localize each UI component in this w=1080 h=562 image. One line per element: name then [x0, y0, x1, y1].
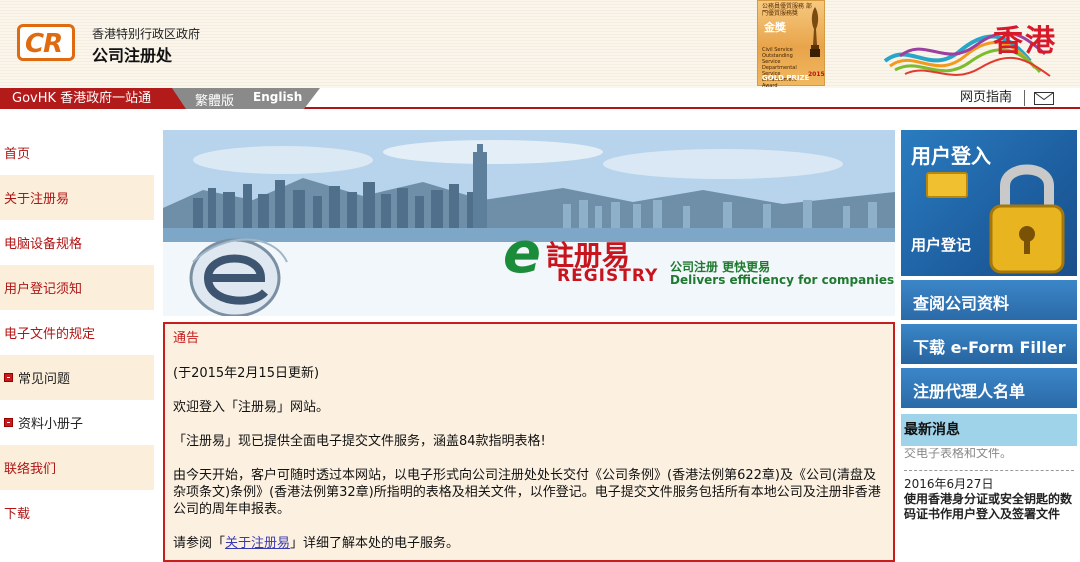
brand-hong-kong-logo[interactable]: 香港 — [880, 6, 1075, 86]
sidebar-item-label: 联络我们 — [4, 462, 57, 477]
top-nav-bar: GovHK 香港政府一站通 繁體版 English 网页指南 — [0, 88, 1080, 109]
award-line1: 公務員優質服務 部門優質服務獎 — [762, 3, 812, 17]
site-guide-link[interactable]: 网页指南 — [960, 88, 1012, 107]
sidebar-item-label: 资料小册子 — [18, 417, 84, 432]
eform-label: 下载 e-Form Filler — [913, 338, 1066, 357]
agents-label: 注册代理人名单 — [913, 382, 1026, 401]
registry-e-logo: e — [503, 221, 541, 286]
news-item-text[interactable]: 使用香港身分证或安全钥匙的数码证书作用户登入及签署文件 — [904, 492, 1074, 522]
sidebar-item-label: 电子文件的规定 — [4, 327, 96, 342]
gold-prize-award-badge[interactable]: 公務員優質服務 部門優質服務獎 金獎 Civil Service Outstan… — [757, 0, 825, 89]
cr-logo[interactable]: CR — [17, 24, 75, 61]
notice-refer-prefix: 请参阅「 — [173, 536, 226, 551]
award-prize: GOLD PRIZE — [762, 74, 810, 82]
award-en: Civil Service Outstanding Service Depart… — [762, 47, 797, 89]
left-sidebar: 首页 关于注册易 电脑设备规格 用户登记须知 电子文件的规定 常见问题 资料小册… — [0, 130, 154, 535]
user-login-panel[interactable]: 用户登入 用户登记 — [901, 130, 1077, 276]
latest-news-list: 交电子表格和文件。 2016年6月27日 使用香港身分证或安全钥匙的数码证书作用… — [901, 446, 1077, 522]
gov-name: 香港特别行政区政府 — [92, 27, 201, 41]
govhk-tab-edge — [172, 88, 186, 109]
lang-english-link[interactable]: English — [253, 90, 302, 104]
about-registry-link[interactable]: 关于注册易 — [225, 536, 290, 551]
company-search-button[interactable]: 查阅公司资料 — [901, 280, 1077, 320]
e-globe-icon — [189, 238, 288, 316]
trophy-icon — [810, 7, 820, 57]
sidebar-item-download[interactable]: 下载 — [0, 490, 154, 535]
award-year: 2015 — [808, 71, 825, 78]
padlock-icon — [989, 164, 1065, 274]
sidebar-item-about[interactable]: 关于注册易 — [0, 175, 154, 220]
notice-refer: 请参阅「关于注册易」详细了解本处的电子服务。 — [173, 535, 885, 552]
notice-welcome: 欢迎登入「注册易」网站。 — [173, 400, 330, 415]
sidebar-item-label: 关于注册易 — [4, 192, 70, 207]
award-gold-cn: 金獎 — [764, 21, 786, 34]
sidebar-item-e-document-rules[interactable]: 电子文件的规定 — [0, 310, 154, 355]
download-eform-filler-button[interactable]: 下载 e-Form Filler — [901, 324, 1077, 364]
sidebar-item-label: 下载 — [4, 507, 31, 522]
banner-slogan-en: Delivers efficiency for companies — [670, 273, 895, 287]
registry-en-title: REGISTRY — [557, 266, 659, 286]
key-icon — [926, 172, 968, 198]
notice-updated: (于2015年2月15日更新) — [173, 366, 320, 381]
notice-panel: 通告 (于2015年2月15日更新) 欢迎登入「注册易」网站。 「注册易」现已提… — [163, 322, 895, 562]
e-registry-banner: e 註册易 REGISTRY 公司注册 更快更易 Delivers effici… — [163, 130, 895, 316]
news-date: 2016年6月27日 — [904, 477, 994, 491]
sidebar-item-contact[interactable]: 联络我们 — [0, 445, 154, 490]
nav-divider — [1024, 90, 1025, 106]
sidebar-item-pamphlet[interactable]: 资料小册子 — [0, 400, 154, 445]
expand-bullet-icon — [4, 418, 13, 427]
right-panel: 用户登入 用户登记 查阅公司资料 下载 e-Form Filler 注册代理人名… — [901, 130, 1077, 522]
notice-details: 由今天开始，客户可随时透过本网站，以电子形式向公司注册处处长交付《公司条例》(香… — [173, 468, 881, 517]
notice-title: 通告 — [173, 331, 200, 346]
notice-service: 「注册易」现已提供全面电子提交文件服务，涵盖84款指明表格! — [173, 434, 546, 449]
sidebar-item-label: 用户登记须知 — [4, 282, 83, 297]
registered-agents-button[interactable]: 注册代理人名单 — [901, 368, 1077, 408]
brand-hk-text: 香港 — [993, 24, 1057, 59]
expand-bullet-icon — [4, 373, 13, 382]
language-bar-edge — [304, 88, 320, 109]
company-search-label: 查阅公司资料 — [913, 294, 1010, 313]
notice-refer-suffix: 」详细了解本处的电子服务。 — [290, 536, 460, 551]
govhk-link[interactable]: GovHK 香港政府一站通 — [0, 88, 186, 109]
user-register-link[interactable]: 用户登记 — [911, 234, 971, 255]
sidebar-item-label: 电脑设备规格 — [4, 237, 83, 252]
logo-text: CR — [25, 29, 63, 59]
sidebar-item-specs[interactable]: 电脑设备规格 — [0, 220, 154, 265]
site-header: CR 香港特别行政区政府 公司注册处 公務員優質服務 部門優質服務獎 金獎 Ci… — [0, 0, 1080, 89]
news-divider — [904, 470, 1074, 471]
sidebar-item-faq[interactable]: 常见问题 — [0, 355, 154, 400]
sidebar-item-registration-notes[interactable]: 用户登记须知 — [0, 265, 154, 310]
sidebar-item-home[interactable]: 首页 — [0, 130, 154, 175]
latest-news-heading: 最新消息 — [901, 414, 1077, 446]
mail-icon[interactable] — [1034, 92, 1054, 105]
sidebar-item-label: 首页 — [4, 147, 31, 162]
lang-traditional-link[interactable]: 繁體版 — [195, 90, 234, 109]
news-clipped-text: 交电子表格和文件。 — [904, 448, 1013, 460]
sidebar-item-label: 常见问题 — [18, 372, 71, 387]
office-name: 公司注册处 — [92, 46, 173, 65]
